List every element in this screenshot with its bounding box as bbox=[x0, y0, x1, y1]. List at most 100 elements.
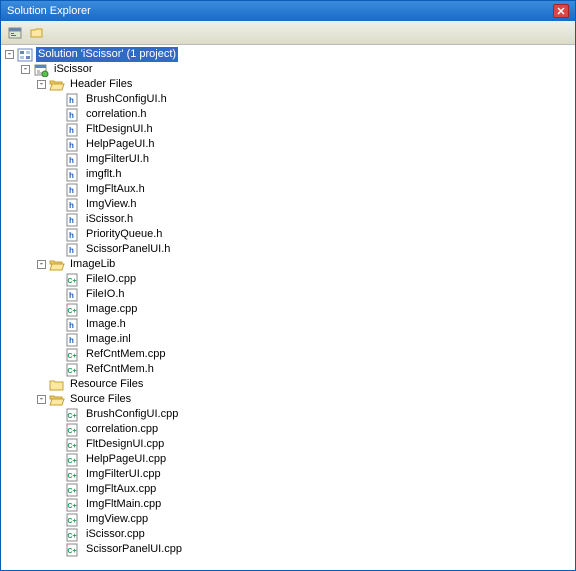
folder-node[interactable]: - Source Files bbox=[5, 392, 571, 407]
tree-label[interactable]: ScissorPanelUI.cpp bbox=[84, 542, 184, 557]
tree-label[interactable]: Image.h bbox=[84, 317, 128, 332]
file-node[interactable]: C+RefCntMem.cpp bbox=[5, 347, 571, 362]
expander[interactable]: - bbox=[5, 50, 14, 59]
tree-label[interactable]: Header Files bbox=[68, 77, 134, 92]
tree-label[interactable]: BrushConfigUI.cpp bbox=[84, 407, 180, 422]
file-node[interactable]: h BrushConfigUI.h bbox=[5, 92, 571, 107]
show-all-files-button[interactable] bbox=[27, 23, 47, 43]
tree-spacer bbox=[53, 485, 62, 494]
file-node[interactable]: C+Image.cpp bbox=[5, 302, 571, 317]
tree-label[interactable]: RefCntMem.h bbox=[84, 362, 156, 377]
tree-label[interactable]: iScissor.cpp bbox=[84, 527, 147, 542]
h-file-icon: h bbox=[65, 183, 81, 197]
tree-spacer bbox=[53, 440, 62, 449]
tree-label[interactable]: HelpPageUI.cpp bbox=[84, 452, 168, 467]
tree-label[interactable]: Resource Files bbox=[68, 377, 145, 392]
file-node[interactable]: C+ImgFltAux.cpp bbox=[5, 482, 571, 497]
cpp-file-icon: C+ bbox=[65, 513, 81, 527]
close-button[interactable] bbox=[553, 4, 569, 18]
tree-spacer bbox=[53, 95, 62, 104]
file-node[interactable]: hHelpPageUI.h bbox=[5, 137, 571, 152]
tree-label[interactable]: ImgFltMain.cpp bbox=[84, 497, 163, 512]
tree-label[interactable]: correlation.cpp bbox=[84, 422, 160, 437]
expander[interactable]: - bbox=[37, 260, 46, 269]
file-node[interactable]: hImage.h bbox=[5, 317, 571, 332]
tree-label[interactable]: Image.inl bbox=[84, 332, 133, 347]
solution-tree[interactable]: -Solution 'iScissor' (1 project)-iScisso… bbox=[1, 45, 575, 570]
tree-spacer bbox=[53, 155, 62, 164]
tree-label[interactable]: FileIO.h bbox=[84, 287, 127, 302]
folder-node[interactable]: - Header Files bbox=[5, 77, 571, 92]
svg-text:h: h bbox=[69, 201, 74, 210]
tree-label[interactable]: RefCntMem.cpp bbox=[84, 347, 167, 362]
expander[interactable]: - bbox=[37, 80, 46, 89]
file-node[interactable]: C+FileIO.cpp bbox=[5, 272, 571, 287]
cpp-file-icon: C+ bbox=[65, 423, 81, 437]
file-node[interactable]: C+correlation.cpp bbox=[5, 422, 571, 437]
tree-label[interactable]: ImgFilterUI.cpp bbox=[84, 467, 163, 482]
tree-label[interactable]: ImgView.cpp bbox=[84, 512, 150, 527]
file-node[interactable]: hScissorPanelUI.h bbox=[5, 242, 571, 257]
file-node[interactable]: hcorrelation.h bbox=[5, 107, 571, 122]
file-node[interactable]: himgflt.h bbox=[5, 167, 571, 182]
h-file-icon: h bbox=[65, 288, 81, 302]
tree-label[interactable]: Solution 'iScissor' (1 project) bbox=[36, 47, 178, 62]
properties-button[interactable] bbox=[5, 23, 25, 43]
file-node[interactable]: h ImgView.h bbox=[5, 197, 571, 212]
file-node[interactable]: hImgFilterUI.h bbox=[5, 152, 571, 167]
tree-label[interactable]: ScissorPanelUI.h bbox=[84, 242, 172, 257]
tree-label[interactable]: FltDesignUI.cpp bbox=[84, 437, 166, 452]
file-node[interactable]: C+HelpPageUI.cpp bbox=[5, 452, 571, 467]
tree-label[interactable]: imgflt.h bbox=[84, 167, 123, 182]
file-node[interactable]: hFltDesignUI.h bbox=[5, 122, 571, 137]
folder-node[interactable]: - ImageLib bbox=[5, 257, 571, 272]
file-node[interactable]: C+ iScissor.cpp bbox=[5, 527, 571, 542]
svg-text:C+: C+ bbox=[68, 368, 77, 375]
h-file-icon: h bbox=[65, 228, 81, 242]
toolbar bbox=[1, 21, 575, 45]
file-node[interactable]: C+ImgFltMain.cpp bbox=[5, 497, 571, 512]
tree-label[interactable]: Source Files bbox=[68, 392, 133, 407]
h-file-icon: h bbox=[65, 198, 81, 212]
folder-icon bbox=[30, 26, 44, 40]
tree-label[interactable]: iScissor.h bbox=[84, 212, 135, 227]
tree-label[interactable]: HelpPageUI.h bbox=[84, 137, 157, 152]
file-node[interactable]: C+BrushConfigUI.cpp bbox=[5, 407, 571, 422]
file-node[interactable]: C+ImgFilterUI.cpp bbox=[5, 467, 571, 482]
tree-label[interactable]: PriorityQueue.h bbox=[84, 227, 164, 242]
file-node[interactable]: C+ImgView.cpp bbox=[5, 512, 571, 527]
cpp-file-icon: C+ bbox=[65, 483, 81, 497]
tree-label[interactable]: ImgFltAux.cpp bbox=[84, 482, 158, 497]
file-node[interactable]: hImgFltAux.h bbox=[5, 182, 571, 197]
tree-label[interactable]: ImgView.h bbox=[84, 197, 139, 212]
solution-node[interactable]: - Solution 'iScissor' (1 project) bbox=[5, 47, 571, 62]
expander[interactable]: - bbox=[37, 395, 46, 404]
tree-label[interactable]: FileIO.cpp bbox=[84, 272, 138, 287]
svg-text:C+: C+ bbox=[68, 533, 77, 540]
expander[interactable]: - bbox=[21, 65, 30, 74]
tree-label[interactable]: ImgFltAux.h bbox=[84, 182, 147, 197]
tree-label[interactable]: ImageLib bbox=[68, 257, 117, 272]
tree-spacer bbox=[53, 170, 62, 179]
file-node[interactable]: C+FltDesignUI.cpp bbox=[5, 437, 571, 452]
folder-node[interactable]: Resource Files bbox=[5, 377, 571, 392]
file-node[interactable]: h iScissor.h bbox=[5, 212, 571, 227]
svg-text:h: h bbox=[69, 216, 74, 225]
tree-label[interactable]: BrushConfigUI.h bbox=[84, 92, 169, 107]
tree-label[interactable]: iScissor bbox=[52, 62, 95, 77]
svg-text:h: h bbox=[69, 96, 74, 105]
project-node[interactable]: - iScissor bbox=[5, 62, 571, 77]
file-node[interactable]: C+ScissorPanelUI.cpp bbox=[5, 542, 571, 557]
file-node[interactable]: hImage.inl bbox=[5, 332, 571, 347]
tree-spacer bbox=[53, 140, 62, 149]
tree-label[interactable]: Image.cpp bbox=[84, 302, 139, 317]
tree-label[interactable]: correlation.h bbox=[84, 107, 149, 122]
tree-label[interactable]: ImgFilterUI.h bbox=[84, 152, 151, 167]
properties-icon bbox=[8, 26, 22, 40]
file-node[interactable]: hFileIO.h bbox=[5, 287, 571, 302]
h-file-icon: h bbox=[65, 93, 81, 107]
file-node[interactable]: hPriorityQueue.h bbox=[5, 227, 571, 242]
tree-spacer bbox=[37, 380, 46, 389]
tree-label[interactable]: FltDesignUI.h bbox=[84, 122, 155, 137]
file-node[interactable]: C+ RefCntMem.h bbox=[5, 362, 571, 377]
